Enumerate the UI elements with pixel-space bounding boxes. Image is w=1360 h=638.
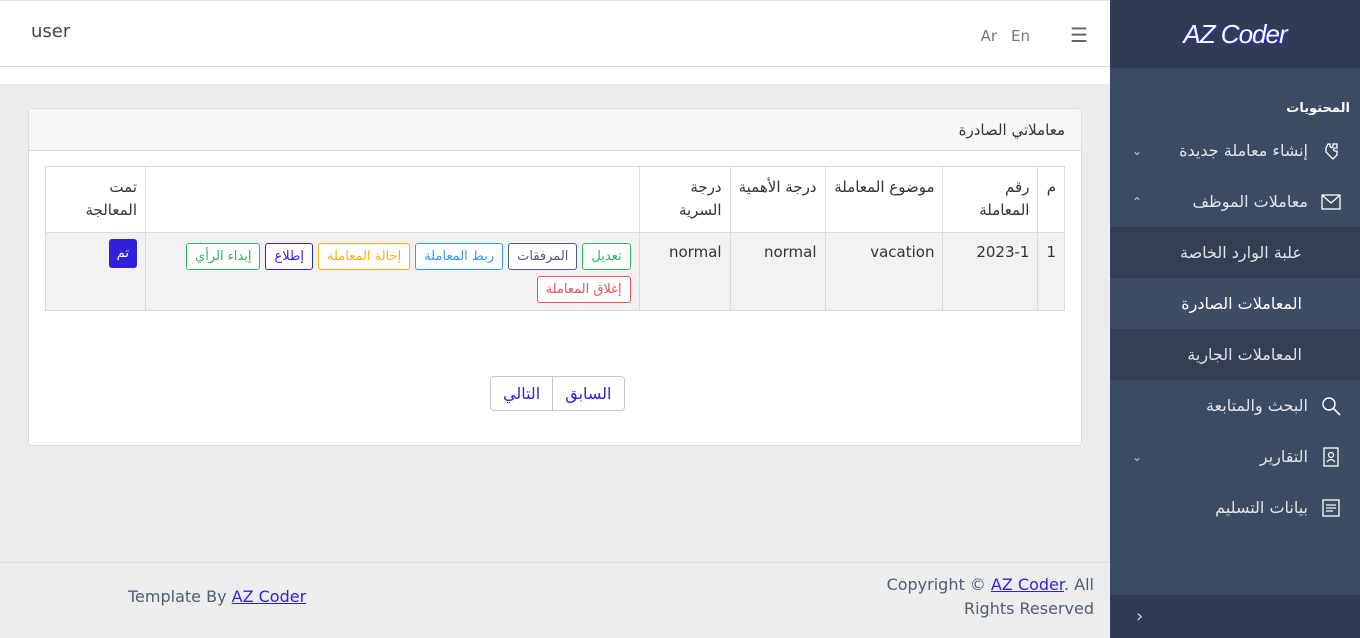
sidebar-item-new-transaction[interactable]: إنشاء معاملة جديدة ⌄ [1110, 125, 1360, 176]
copyright-link[interactable]: AZ Coder [991, 575, 1064, 594]
col-importance: درجة الأهمية [729, 166, 826, 233]
cell-index: 1 [1037, 232, 1065, 311]
cell-processed: تم [45, 232, 146, 311]
col-confidentiality: درجة السرية [638, 166, 731, 233]
chevron-right-icon: › [1136, 606, 1144, 627]
sidebar-item-search[interactable]: البحث والمتابعة [1110, 380, 1360, 431]
sidebar-subitem-private-inbox[interactable]: علبة الوارد الخاصة [1110, 227, 1360, 278]
link-transaction-button[interactable]: ربط المعاملة [415, 243, 504, 270]
copyright-prefix: Copyright © [886, 575, 986, 594]
address-book-icon [1320, 446, 1342, 468]
pagination: السابق التالي [490, 376, 625, 411]
col-number: رقم المعاملة [942, 166, 1039, 233]
template-prefix: Template By [128, 587, 227, 606]
sidebar-minimize-button[interactable]: › [1110, 595, 1360, 638]
lang-en-link[interactable]: En [1011, 27, 1030, 45]
cell-actions: تعديل المرفقات ربط المعاملة إحالة المعام… [145, 232, 640, 311]
sidebar: AZ Coder المحتويات إنشاء معاملة جديدة ⌄ … [1110, 0, 1360, 638]
footer: Template By AZ Coder Copyright © AZ Code… [0, 562, 1110, 638]
footer-template-credit: Template By AZ Coder [128, 587, 306, 606]
sidebar-submenu: علبة الوارد الخاصة المعاملات الصادرة الم… [1110, 227, 1360, 380]
col-index: م [1037, 166, 1065, 233]
done-button[interactable]: تم [108, 239, 137, 268]
chevron-down-icon: ⌄ [1131, 449, 1142, 464]
sidebar-item-label: معاملات الموظف [1192, 192, 1308, 211]
card-title: معاملاتي الصادرة [29, 109, 1081, 151]
lang-ar-link[interactable]: Ar [981, 27, 997, 45]
sidebar-item-label: إنشاء معاملة جديدة [1179, 141, 1308, 160]
attachments-button[interactable]: المرفقات [508, 243, 578, 270]
header-bar: user Ar En ☰ [0, 1, 1110, 67]
col-subject: موضوع المعاملة [824, 166, 944, 233]
header: user Ar En ☰ [0, 0, 1110, 84]
cell-number: 2023-1 [942, 232, 1039, 311]
search-icon [1320, 395, 1342, 417]
cell-importance: normal [729, 232, 826, 311]
sidebar-item-label: البحث والمتابعة [1205, 396, 1308, 415]
outgoing-transactions-card: معاملاتي الصادرة م رقم المعاملة موضوع ال… [28, 108, 1082, 446]
sidebar-item-label: بيانات التسليم [1215, 498, 1308, 517]
brand-text: AZ Coder [1183, 18, 1287, 49]
chevron-up-icon: ⌃ [1131, 194, 1142, 209]
footer-copyright: Copyright © AZ Coder. All Rights Reserve… [854, 573, 1094, 621]
action-buttons: تعديل المرفقات ربط المعاملة إحالة المعام… [154, 243, 631, 303]
edit-button[interactable]: تعديل [582, 243, 631, 270]
nav-section-title: المحتويات [1286, 100, 1350, 116]
brand-logo[interactable]: AZ Coder [1110, 0, 1360, 68]
hamburger-menu-icon[interactable]: ☰ [1070, 23, 1088, 47]
sidebar-subitem-outgoing[interactable]: المعاملات الصادرة [1110, 278, 1360, 329]
sidebar-item-label: التقارير [1259, 447, 1308, 466]
close-transaction-button[interactable]: إغلاق المعاملة [536, 276, 631, 303]
view-button[interactable]: إطلاع [265, 243, 313, 270]
prev-page-button[interactable]: السابق [553, 377, 624, 410]
sidebar-subitem-current[interactable]: المعاملات الجارية [1110, 329, 1360, 380]
puzzle-icon [1320, 140, 1342, 162]
give-opinion-button[interactable]: إبداء الرأي [186, 243, 261, 270]
col-processed: تمت المعالجة [45, 166, 146, 233]
user-menu[interactable]: user [31, 21, 70, 42]
template-link[interactable]: AZ Coder [232, 587, 307, 606]
transactions-table: م رقم المعاملة موضوع المعاملة درجة الأهم… [45, 166, 1065, 311]
sidebar-item-reports[interactable]: التقارير ⌄ [1110, 431, 1360, 482]
table-row: 1 2023-1 vacation normal normal تعديل ال… [45, 232, 1065, 311]
col-actions [145, 166, 640, 233]
sidebar-item-employee-transactions[interactable]: معاملات الموظف ⌃ [1110, 176, 1360, 227]
sidebar-item-delivery[interactable]: بيانات التسليم [1110, 482, 1360, 533]
cell-subject: vacation [824, 232, 944, 311]
table-header-row: م رقم المعاملة موضوع المعاملة درجة الأهم… [45, 166, 1065, 233]
refer-transaction-button[interactable]: إحالة المعاملة [317, 243, 411, 270]
next-page-button[interactable]: التالي [491, 377, 554, 410]
notes-icon [1320, 497, 1342, 519]
cell-confidentiality: normal [638, 232, 731, 311]
envelope-icon [1320, 191, 1342, 213]
chevron-down-icon: ⌄ [1131, 143, 1142, 158]
